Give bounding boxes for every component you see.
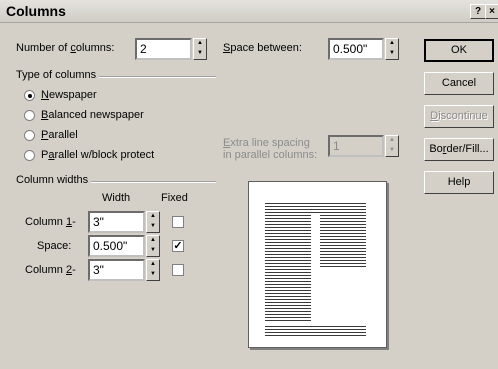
spin-down-icon[interactable]: ▼ [194, 49, 206, 59]
radio-parallel-label[interactable]: Parallel [41, 129, 78, 141]
radio-parallel[interactable] [24, 130, 35, 141]
radio-newspaper-label[interactable]: Newspaper [41, 89, 97, 101]
fixed-column-header: Fixed [161, 192, 188, 204]
preview-column-1 [265, 215, 311, 321]
column-2-width-input[interactable]: 3" [88, 259, 145, 281]
help-icon[interactable]: ? [470, 4, 486, 19]
spin-up-icon[interactable]: ▲ [386, 136, 398, 146]
column-1-fixed-checkbox[interactable] [172, 216, 184, 228]
extra-line-spacing-spinner[interactable]: ▲ ▼ [385, 135, 399, 157]
column-preview [248, 181, 387, 348]
space-fixed-checkbox[interactable]: ✓ [172, 240, 184, 252]
spin-up-icon[interactable]: ▲ [147, 260, 159, 270]
spin-up-icon[interactable]: ▲ [194, 39, 206, 49]
width-column-header: Width [102, 192, 131, 204]
space-between-spinner[interactable]: ▲ ▼ [385, 38, 399, 60]
checkmark-icon: ✓ [173, 240, 183, 252]
space-label: Space: [37, 240, 72, 252]
number-of-columns-label: Number of columns: [16, 42, 115, 54]
number-of-columns-input[interactable]: 2 [135, 38, 192, 60]
column-2-width-spinner[interactable]: ▲ ▼ [146, 259, 160, 281]
space-between-input[interactable]: 0.500" [328, 38, 384, 60]
space-between-label: Space between: [223, 42, 302, 54]
column-1-width-spinner[interactable]: ▲ ▼ [146, 211, 160, 233]
space-width-spinner[interactable]: ▲ ▼ [146, 235, 160, 257]
radio-parallel-block-protect[interactable] [24, 150, 35, 161]
cancel-button[interactable]: Cancel [424, 72, 494, 95]
column-widths-title: Column widths [16, 174, 92, 186]
extra-line-spacing-input[interactable]: 1 [328, 135, 384, 157]
extra-line-spacing-label: Extra line spacing in parallel columns: [223, 137, 318, 161]
column-2-fixed-checkbox[interactable] [172, 264, 184, 276]
column-1-width-input[interactable]: 3" [88, 211, 145, 233]
radio-newspaper[interactable] [24, 90, 35, 101]
radio-balanced-newspaper[interactable] [24, 110, 35, 121]
column-2-label: Column 2- [25, 264, 76, 276]
preview-header-lines [265, 203, 366, 214]
title-bar: Columns ? × [0, 0, 498, 23]
ok-button[interactable]: OK [424, 39, 494, 62]
column-1-label: Column 1- [25, 216, 76, 228]
border-fill-button[interactable]: Border/Fill... [424, 138, 494, 161]
space-width-input[interactable]: 0.500" [88, 235, 145, 257]
spin-down-icon[interactable]: ▼ [386, 146, 398, 156]
help-button[interactable]: Help [424, 171, 494, 194]
spin-up-icon[interactable]: ▲ [147, 212, 159, 222]
spin-up-icon[interactable]: ▲ [147, 236, 159, 246]
spin-up-icon[interactable]: ▲ [386, 39, 398, 49]
spin-down-icon[interactable]: ▼ [386, 49, 398, 59]
preview-footer-lines [265, 326, 366, 337]
radio-parallel-block-protect-label[interactable]: Parallel w/block protect [41, 149, 154, 161]
dialog-title: Columns [6, 3, 66, 19]
spin-down-icon[interactable]: ▼ [147, 270, 159, 280]
number-of-columns-spinner[interactable]: ▲ ▼ [193, 38, 207, 60]
close-icon[interactable]: × [485, 4, 498, 19]
spin-down-icon[interactable]: ▼ [147, 222, 159, 232]
type-of-columns-title: Type of columns [16, 69, 100, 81]
spin-down-icon[interactable]: ▼ [147, 246, 159, 256]
preview-column-2 [320, 215, 366, 268]
radio-balanced-newspaper-label[interactable]: Balanced newspaper [41, 109, 144, 121]
discontinue-button[interactable]: Discontinue [424, 105, 494, 128]
